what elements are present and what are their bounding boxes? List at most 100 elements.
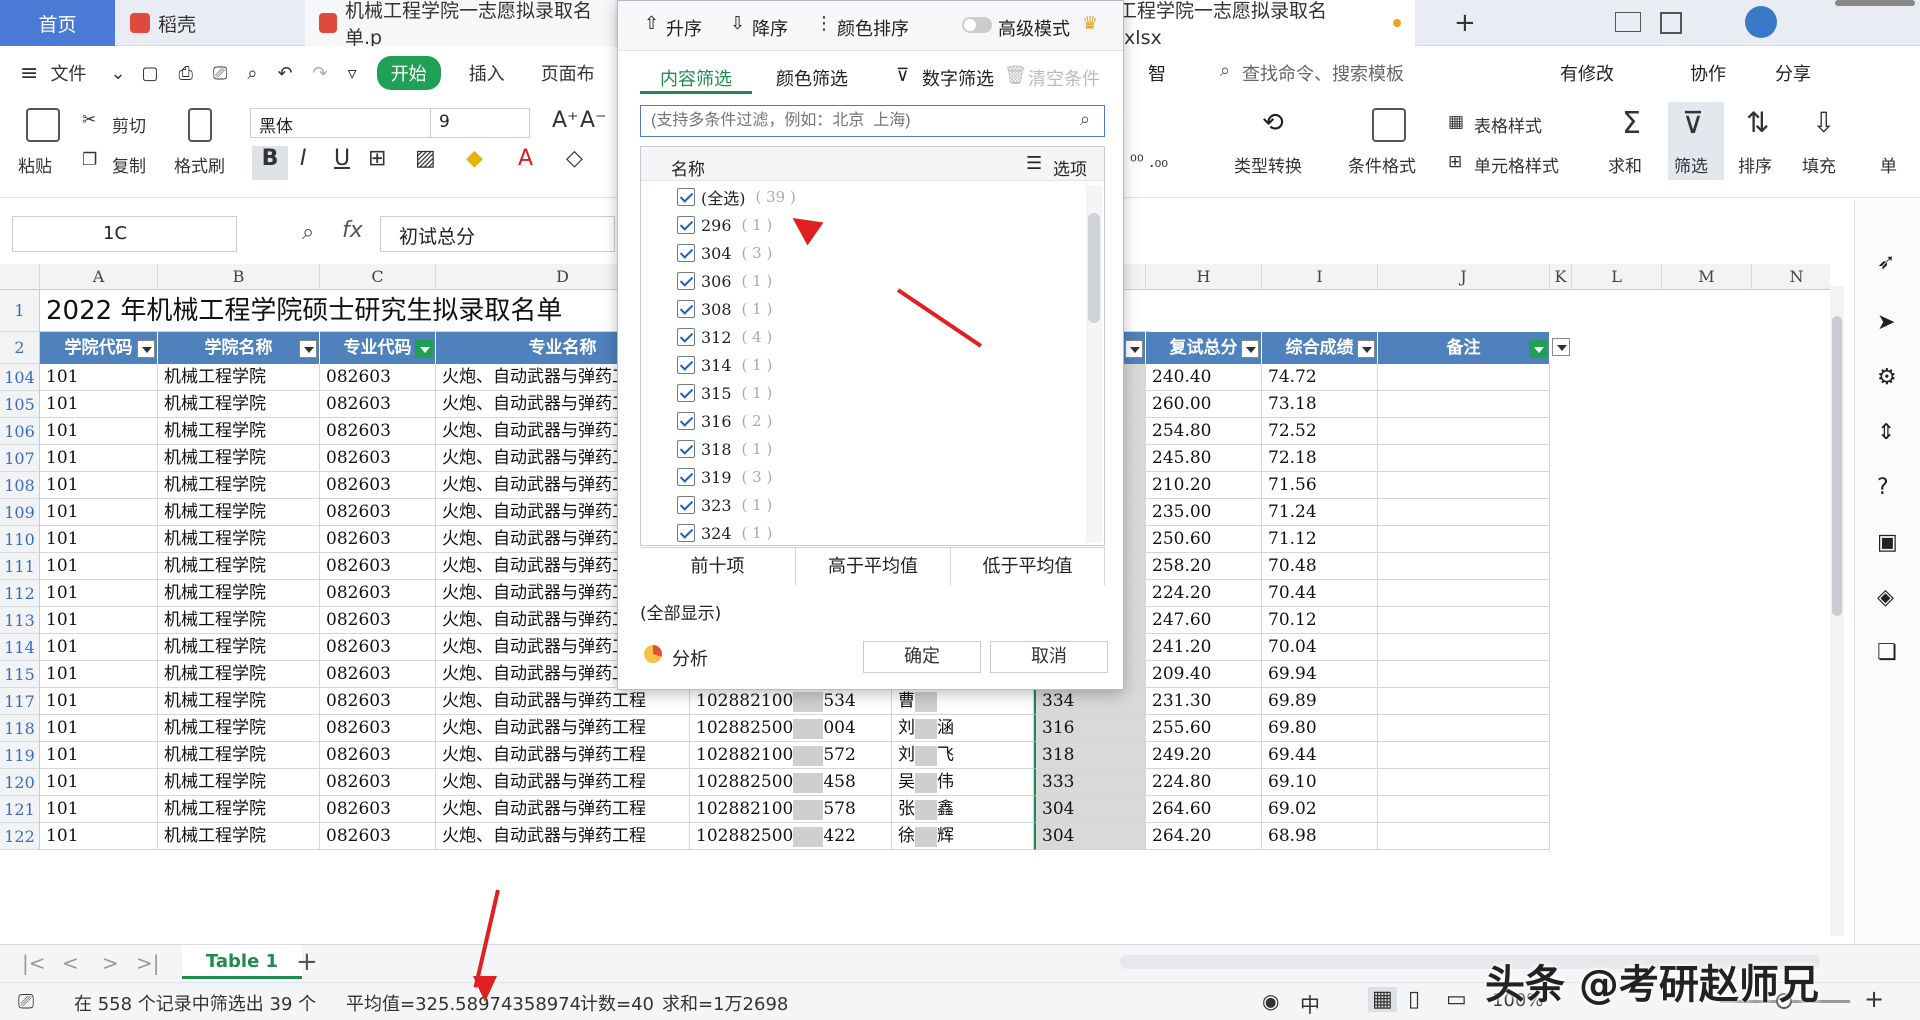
row-header[interactable]: 120: [0, 769, 40, 796]
row-header[interactable]: 109: [0, 499, 40, 526]
table-cell-b[interactable]: 机械工程学院: [158, 391, 320, 418]
table-cell-a[interactable]: 101: [40, 742, 158, 769]
row-header[interactable]: 105: [0, 391, 40, 418]
table-cell-b[interactable]: 机械工程学院: [158, 580, 320, 607]
row-header[interactable]: 112: [0, 580, 40, 607]
cell-style2-icon[interactable]: ⊞: [1448, 152, 1462, 172]
select-all-corner[interactable]: [0, 264, 40, 290]
checkbox-checked-icon[interactable]: [677, 384, 695, 402]
table-cell-a[interactable]: 101: [40, 580, 158, 607]
modified-status[interactable]: 有修改: [1560, 60, 1614, 86]
col-header-n[interactable]: N: [1752, 264, 1830, 290]
table-cell-i[interactable]: 71.24: [1262, 499, 1378, 526]
tab-pdf-document[interactable]: 机械工程学院一志愿拟录取名单.p: [305, 0, 615, 49]
table-cell-e[interactable]: 102882100 534: [690, 688, 892, 715]
more-icon[interactable]: ▿: [338, 63, 367, 84]
normal-view-icon[interactable]: ▦: [1368, 987, 1397, 1012]
checkbox-checked-icon[interactable]: [677, 300, 695, 318]
table-cell-i[interactable]: 69.10: [1262, 769, 1378, 796]
header-retest-total[interactable]: 复试总分: [1146, 332, 1262, 364]
font-size-select[interactable]: 9: [430, 108, 530, 138]
table-cell-b[interactable]: 机械工程学院: [158, 688, 320, 715]
tab-home[interactable]: 首页: [0, 0, 115, 46]
table-cell-j[interactable]: [1378, 472, 1550, 499]
table-cell-h[interactable]: 247.60: [1146, 607, 1262, 634]
table-cell-j[interactable]: [1378, 607, 1550, 634]
window-controls[interactable]: [1835, 0, 1915, 6]
table-cell-c[interactable]: 082603: [320, 526, 436, 553]
type-convert-icon[interactable]: ⟲: [1262, 108, 1296, 142]
filter-list-item[interactable]: 308 ( 1 ): [677, 297, 772, 321]
table-cell-f[interactable]: 张鑫: [892, 796, 1034, 823]
clear-conditions-button[interactable]: 清空条件: [1028, 65, 1100, 91]
table-cell-g[interactable]: 333: [1034, 769, 1146, 796]
trash-icon[interactable]: 🗑: [1004, 65, 1027, 86]
table-cell-i[interactable]: 69.44: [1262, 742, 1378, 769]
cell-style-button[interactable]: 单元格样式: [1474, 152, 1559, 177]
add-sheet-icon[interactable]: +: [296, 947, 318, 977]
analysis-button[interactable]: 分析: [672, 645, 708, 671]
sort-desc-button[interactable]: 降序: [752, 15, 788, 41]
table-cell-a[interactable]: 101: [40, 445, 158, 472]
grid-apps-icon[interactable]: [1660, 12, 1682, 34]
table-cell-c[interactable]: 082603: [320, 688, 436, 715]
row-header[interactable]: 115: [0, 661, 40, 688]
filter-icon[interactable]: ⊽: [1682, 106, 1704, 141]
cond-format-button[interactable]: 条件格式: [1348, 152, 1416, 177]
row-header[interactable]: 108: [0, 472, 40, 499]
table-cell-a[interactable]: 101: [40, 796, 158, 823]
header-overall-score[interactable]: 综合成绩: [1262, 332, 1378, 364]
hamburger-icon[interactable]: ≡: [0, 61, 44, 86]
table-cell-a[interactable]: 101: [40, 391, 158, 418]
cell-style-icon[interactable]: ▨: [415, 146, 436, 171]
table-cell-j[interactable]: [1378, 634, 1550, 661]
single-button[interactable]: 单: [1880, 152, 1897, 177]
table-cell-a[interactable]: 101: [40, 499, 158, 526]
table-cell-h[interactable]: 255.60: [1146, 715, 1262, 742]
table-cell-h[interactable]: 254.80: [1146, 418, 1262, 445]
sort-button[interactable]: 排序: [1738, 152, 1772, 177]
search-icon[interactable]: ⌕: [1220, 60, 1230, 81]
screen-icon[interactable]: [1615, 12, 1641, 32]
table-cell-b[interactable]: 机械工程学院: [158, 418, 320, 445]
table-cell-b[interactable]: 机械工程学院: [158, 661, 320, 688]
number-filter-button[interactable]: 数字筛选: [922, 65, 994, 91]
checkbox-checked-icon[interactable]: [677, 496, 695, 514]
sort-desc-icon[interactable]: ⇩: [730, 13, 745, 34]
table-cell-i[interactable]: 69.02: [1262, 796, 1378, 823]
border-icon[interactable]: ⊞: [368, 146, 386, 171]
merge-icon[interactable]: ⇕: [1877, 420, 1895, 445]
filter-list-item[interactable]: 323 ( 1 ): [677, 493, 772, 517]
table-style-icon[interactable]: ▦: [1448, 112, 1464, 132]
table-cell-h[interactable]: 210.20: [1146, 472, 1262, 499]
export-pdf-icon[interactable]: ⎙: [169, 63, 203, 84]
sort-asc-icon[interactable]: ⇧: [644, 13, 659, 34]
table-cell-a[interactable]: 101: [40, 472, 158, 499]
table-cell-b[interactable]: 机械工程学院: [158, 742, 320, 769]
table-cell-d[interactable]: 火炮、自动武器与弹药工程: [436, 715, 690, 742]
scissors-icon[interactable]: ✂: [82, 110, 96, 130]
table-cell-j[interactable]: [1378, 688, 1550, 715]
table-cell-a[interactable]: 101: [40, 634, 158, 661]
header-college-name[interactable]: 学院名称: [158, 332, 320, 364]
table-cell-f[interactable]: 徐辉: [892, 823, 1034, 850]
table-cell-f[interactable]: 刘涵: [892, 715, 1034, 742]
table-cell-h[interactable]: 258.20: [1146, 553, 1262, 580]
table-cell-h[interactable]: 224.80: [1146, 769, 1262, 796]
table-cell-c[interactable]: 082603: [320, 445, 436, 472]
table-cell-h[interactable]: 209.40: [1146, 661, 1262, 688]
eye-protect-icon[interactable]: ◉: [1262, 989, 1279, 1013]
row-header[interactable]: 111: [0, 553, 40, 580]
fill-color-icon[interactable]: ◆: [466, 146, 483, 171]
table-cell-c[interactable]: 082603: [320, 364, 436, 391]
checkbox-checked-icon[interactable]: [677, 188, 695, 206]
filter-list-item[interactable]: (全选) ( 39 ): [677, 185, 796, 209]
table-cell-h[interactable]: 264.60: [1146, 796, 1262, 823]
row-header[interactable]: 104: [0, 364, 40, 391]
ok-button[interactable]: 确定: [863, 641, 981, 673]
checkbox-checked-icon[interactable]: [677, 468, 695, 486]
filter-list-item[interactable]: 315 ( 1 ): [677, 381, 772, 405]
table-cell-h[interactable]: 241.20: [1146, 634, 1262, 661]
filter-list-item[interactable]: 319 ( 3 ): [677, 465, 772, 489]
filter-active-icon[interactable]: [415, 340, 433, 358]
